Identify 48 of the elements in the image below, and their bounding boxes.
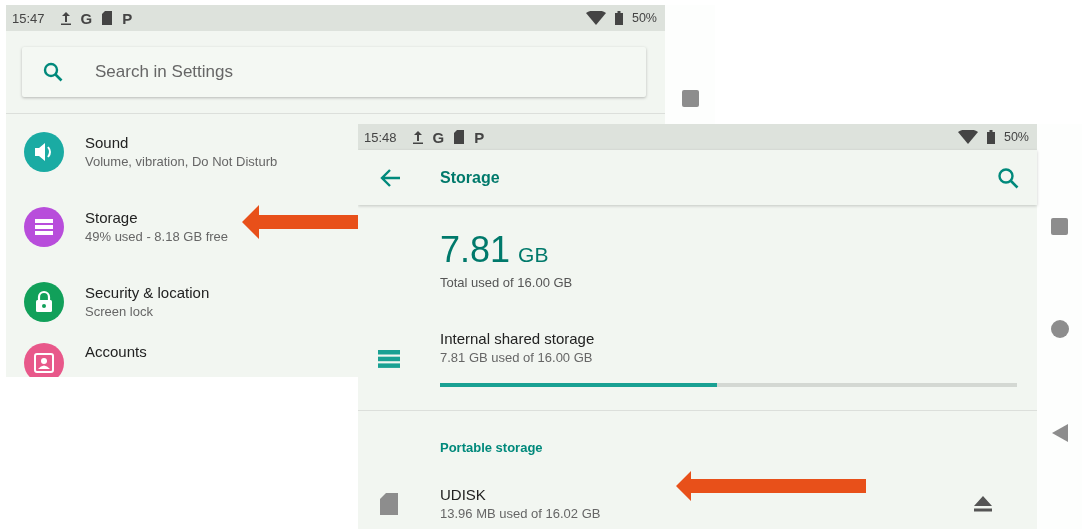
home-button[interactable] bbox=[1050, 320, 1069, 338]
status-time: 15:48 bbox=[364, 129, 397, 145]
status-time: 15:47 bbox=[12, 10, 45, 26]
total-caption: Total used of 16.00 GB bbox=[440, 275, 574, 290]
search-field[interactable]: Search in Settings bbox=[93, 61, 646, 83]
eject-icon[interactable] bbox=[974, 495, 992, 512]
notification-glyph: G bbox=[432, 128, 445, 146]
item-title: Storage bbox=[85, 209, 139, 226]
item-subtitle: 49% used - 8.18 GB free bbox=[85, 229, 229, 244]
item-title: Accounts bbox=[85, 343, 147, 360]
portable-storage-item[interactable]: UDISK 13.96 MB used of 16.02 GB bbox=[358, 486, 1037, 521]
settings-item[interactable]: Accounts bbox=[6, 339, 155, 377]
item-title: Security & location bbox=[85, 284, 210, 301]
settings-item[interactable]: Security & location Screen lock bbox=[6, 264, 218, 339]
sd-card-icon bbox=[101, 11, 114, 25]
back-button[interactable] bbox=[1051, 424, 1068, 442]
back-arrow-icon[interactable] bbox=[379, 167, 401, 188]
battery-icon bbox=[614, 11, 623, 25]
battery-percent: 50% bbox=[631, 11, 657, 25]
search-icon[interactable] bbox=[997, 166, 1019, 189]
wifi-icon bbox=[957, 130, 978, 144]
item-subtitle: 13.96 MB used of 16.02 GB bbox=[440, 506, 602, 521]
upload-icon bbox=[411, 130, 424, 144]
internal-storage-item[interactable]: Internal shared storage 7.81 GB used of 16.00 GB bbox=[358, 330, 1037, 387]
sd-card-icon bbox=[380, 492, 398, 515]
used-amount: 7.81 bbox=[440, 229, 511, 271]
item-subtitle: Volume, vibration, Do Not Disturb bbox=[85, 154, 278, 169]
item-subtitle: Screen lock bbox=[85, 304, 154, 319]
upload-icon bbox=[59, 11, 72, 25]
screen-title: Storage bbox=[440, 168, 500, 187]
notification-glyph: G bbox=[80, 9, 93, 27]
search-icon bbox=[43, 62, 63, 82]
storage-icon bbox=[378, 349, 400, 368]
battery-percent: 50% bbox=[1003, 130, 1029, 144]
item-title: Internal shared storage bbox=[440, 330, 596, 347]
notification-glyph: P bbox=[474, 128, 485, 146]
battery-icon bbox=[986, 130, 995, 144]
item-title: Sound bbox=[85, 134, 130, 151]
recents-button[interactable] bbox=[681, 90, 699, 107]
section-header: Portable storage bbox=[440, 440, 544, 455]
settings-item[interactable]: Sound Volume, vibration, Do Not Disturb bbox=[6, 114, 286, 189]
item-title: UDISK bbox=[440, 486, 487, 503]
used-unit: GB bbox=[518, 243, 549, 267]
wifi-icon bbox=[585, 11, 606, 25]
notification-glyph: P bbox=[122, 9, 133, 27]
sd-card-icon bbox=[453, 130, 466, 144]
item-subtitle: 7.81 GB used of 16.00 GB bbox=[440, 350, 594, 365]
settings-item[interactable]: Storage 49% used - 8.18 GB free bbox=[6, 189, 237, 264]
